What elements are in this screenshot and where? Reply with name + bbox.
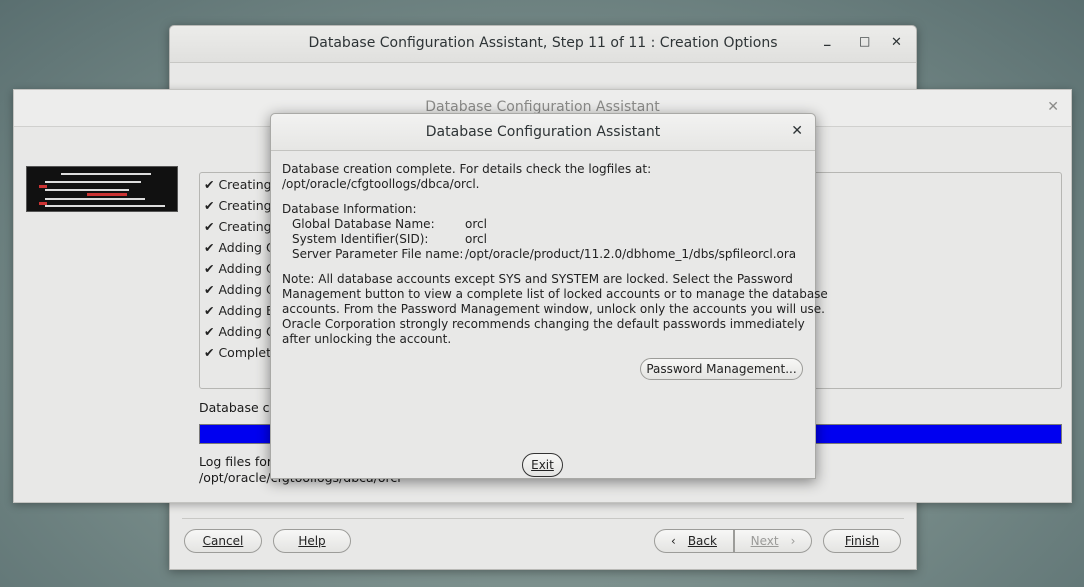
cancel-button[interactable]: Cancel <box>184 529 262 553</box>
info-label: Global Database Name: <box>292 217 435 231</box>
log-label: Log files for t <box>199 454 281 469</box>
oracle-logo <box>26 166 178 212</box>
wizard-titlebar: Database Configuration Assistant, Step 1… <box>170 26 916 63</box>
log-path: /opt/oracle/cfgtoollogs/dbca/orcl. <box>282 177 480 191</box>
button-separator <box>182 518 904 519</box>
info-value: /opt/oracle/product/11.2.0/dbhome_1/dbs/… <box>465 247 797 261</box>
note-line: after unlocking the account. <box>282 332 452 346</box>
list-item: ✔ Creating <box>204 198 272 213</box>
next-button[interactable]: Next › <box>734 529 812 553</box>
list-item: ✔ Adding O <box>204 282 276 297</box>
finish-label: Finish <box>844 534 880 548</box>
info-label: System Identifier(SID): <box>292 232 429 246</box>
info-label: Server Parameter File name: <box>292 247 464 261</box>
note-line: accounts. From the Password Management w… <box>282 302 825 316</box>
close-icon[interactable]: ✕ <box>1047 99 1059 115</box>
note-line: Management button to view a complete lis… <box>282 287 828 301</box>
finish-button[interactable]: Finish <box>823 529 901 553</box>
close-icon[interactable]: ✕ <box>891 35 902 50</box>
cancel-label: Cancel <box>202 534 244 548</box>
list-item: ✔ Adding O <box>204 261 276 276</box>
help-button[interactable]: Help <box>273 529 351 553</box>
desktop: { "back_window": { "title": "Database Co… <box>0 0 1084 587</box>
chevron-left-icon: ‹ <box>671 534 676 548</box>
back-label: Back <box>687 534 717 548</box>
dialog-titlebar: Database Configuration Assistant ✕ <box>271 114 815 151</box>
dialog-title: Database Configuration Assistant <box>425 124 661 140</box>
help-label: Help <box>298 534 326 548</box>
back-button[interactable]: ‹ Back <box>654 529 734 553</box>
complete-message: Database creation complete. For details … <box>282 162 652 176</box>
note-line: Oracle Corporation strongly recommends c… <box>282 317 805 331</box>
password-management-label: Password Management... <box>646 362 797 376</box>
exit-label: Exit <box>531 458 554 472</box>
list-item: ✔ Adding O <box>204 324 276 339</box>
list-item: ✔ Completir <box>204 345 280 360</box>
info-value: orcl <box>465 217 487 231</box>
list-item: ✔ Creating <box>204 219 272 234</box>
password-management-button[interactable]: Password Management... <box>640 358 803 380</box>
list-item: ✔ Creating <box>204 177 272 192</box>
wizard-title: Database Configuration Assistant, Step 1… <box>308 35 778 51</box>
minimize-icon[interactable]: _ <box>824 32 831 47</box>
list-item: ✔ Adding O <box>204 240 276 255</box>
next-label: Next <box>750 534 779 548</box>
chevron-right-icon: › <box>790 534 796 548</box>
close-icon[interactable]: ✕ <box>791 123 803 139</box>
completion-dialog: Database Configuration Assistant ✕ Datab… <box>270 113 828 479</box>
maximize-icon[interactable]: □ <box>859 34 870 48</box>
info-header: Database Information: <box>282 202 417 216</box>
info-value: orcl <box>465 232 487 246</box>
exit-button[interactable]: Exit <box>522 453 563 477</box>
note-line: Note: All database accounts except SYS a… <box>282 272 793 286</box>
